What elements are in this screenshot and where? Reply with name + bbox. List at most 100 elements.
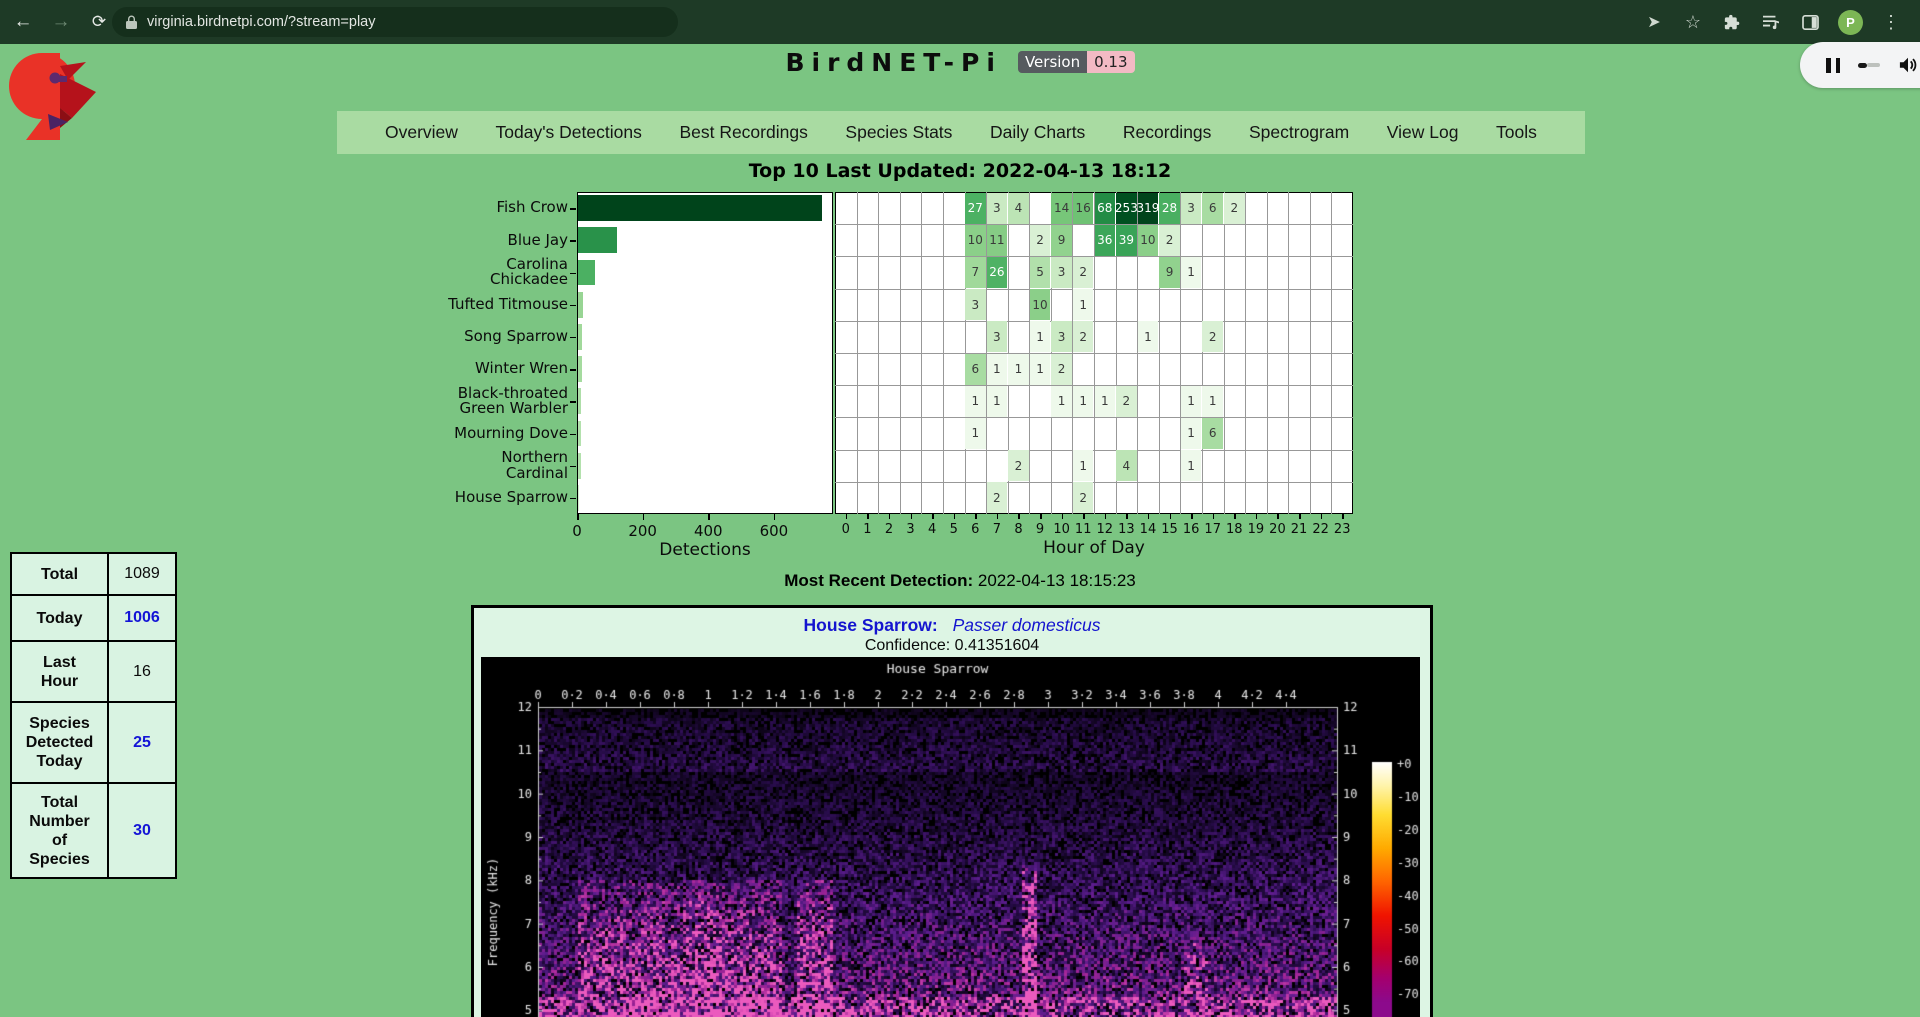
stats-row: Last Hour16 <box>11 641 176 702</box>
heatmap-cell: 319 <box>1138 193 1159 224</box>
nav-bar: Overview Today's Detections Best Recording… <box>337 111 1585 154</box>
detections-bar <box>578 227 617 253</box>
heatmap-cell: 2 <box>1030 225 1051 256</box>
species-label: Mourning Dove <box>340 417 568 449</box>
page-title: BirdNET-Pi <box>785 48 1002 77</box>
heatmap-cell: 5 <box>1030 257 1051 288</box>
heatmap-cell: 1 <box>1030 354 1051 385</box>
heatmap-cell: 3 <box>1181 193 1202 224</box>
hour-axis-tick: 5 <box>943 522 965 537</box>
stats-value[interactable]: 25 <box>108 702 176 783</box>
share-icon[interactable]: ➤ <box>1643 11 1665 33</box>
heatmap-cell: 2 <box>987 482 1008 513</box>
version-label: Version <box>1018 51 1087 73</box>
hour-axis-tick: 10 <box>1051 522 1073 537</box>
heatmap-cell: 7 <box>965 257 986 288</box>
stats-label: Species Detected Today <box>11 702 108 783</box>
hour-axis-tick: 16 <box>1180 522 1202 537</box>
profile-avatar[interactable]: P <box>1838 10 1863 35</box>
heatmap-cell: 6 <box>1202 418 1223 449</box>
stats-value[interactable]: 1006 <box>108 595 176 641</box>
nav-item-tools[interactable]: Tools <box>1496 122 1537 143</box>
species-label: House Sparrow <box>340 482 568 514</box>
bar-axis-tick: 400 <box>686 522 730 540</box>
menu-dots-icon[interactable]: ⋮ <box>1880 11 1902 33</box>
heatmap-cell: 1 <box>1181 386 1202 417</box>
detection-species-name[interactable]: House Sparrow: <box>804 615 938 635</box>
stats-value[interactable]: 30 <box>108 783 176 878</box>
heatmap-cell: 253 <box>1116 193 1137 224</box>
url-text: virginia.birdnetpi.com/?stream=play <box>147 14 375 30</box>
heatmap-cell: 2 <box>1116 386 1137 417</box>
heatmap-cell: 3 <box>1051 321 1072 352</box>
heatmap-cell: 10 <box>965 225 986 256</box>
heatmap-cell: 36 <box>1095 225 1116 256</box>
species-label: Winter Wren <box>340 353 568 385</box>
heatmap-cell: 39 <box>1116 225 1137 256</box>
detections-bar <box>578 453 581 479</box>
nav-item-today-s-detections[interactable]: Today's Detections <box>496 122 642 143</box>
detections-bar <box>578 421 581 447</box>
heatmap-cell: 2 <box>1159 225 1180 256</box>
nav-item-species-stats[interactable]: Species Stats <box>845 122 952 143</box>
forward-button[interactable]: → <box>46 7 76 37</box>
detections-bar <box>578 356 582 382</box>
back-button[interactable]: ← <box>8 7 38 37</box>
hour-axis-tick: 15 <box>1159 522 1181 537</box>
media-playlist-icon[interactable] <box>1760 11 1782 33</box>
stats-label: Total Number of Species <box>11 783 108 878</box>
hour-axis-tick: 2 <box>878 522 900 537</box>
nav-item-spectrogram[interactable]: Spectrogram <box>1249 122 1349 143</box>
heatmap-axis-title: Hour of Day <box>835 538 1353 558</box>
heatmap-cell: 11 <box>987 225 1008 256</box>
heatmap-cell: 1 <box>1073 450 1094 481</box>
heatmap-cell: 4 <box>1116 450 1137 481</box>
heatmap-cell: 3 <box>1051 257 1072 288</box>
extensions-icon[interactable] <box>1721 11 1743 33</box>
address-bar[interactable]: virginia.birdnetpi.com/?stream=play <box>112 7 678 37</box>
heatmap-cell: 1 <box>987 354 1008 385</box>
bookmark-star-icon[interactable]: ☆ <box>1682 11 1704 33</box>
heatmap-cell: 10 <box>1138 225 1159 256</box>
nav-item-recordings[interactable]: Recordings <box>1123 122 1212 143</box>
hour-axis-tick: 12 <box>1094 522 1116 537</box>
species-label: Blue Jay <box>340 224 568 256</box>
heatmap-cell: 1 <box>1030 321 1051 352</box>
hour-axis-tick: 11 <box>1072 522 1094 537</box>
heatmap-cell: 1 <box>1095 386 1116 417</box>
nav-item-best-recordings[interactable]: Best Recordings <box>679 122 807 143</box>
stats-label: Last Hour <box>11 641 108 702</box>
nav-item-overview[interactable]: Overview <box>385 122 458 143</box>
nav-item-daily-charts[interactable]: Daily Charts <box>990 122 1085 143</box>
heatmap-cell: 10 <box>1030 289 1051 320</box>
top10-heading: Top 10 Last Updated: 2022-04-13 18:12 <box>0 160 1920 182</box>
heatmap-cell: 6 <box>965 354 986 385</box>
stats-value: 16 <box>108 641 176 702</box>
heatmap-cell: 1 <box>965 418 986 449</box>
heatmap-cell: 1 <box>1051 386 1072 417</box>
heatmap-cell: 9 <box>1159 257 1180 288</box>
stats-label: Today <box>11 595 108 641</box>
hour-axis-tick: 4 <box>921 522 943 537</box>
detection-species-scientific[interactable]: Passer domesticus <box>953 615 1101 635</box>
heatmap-cell: 1 <box>1202 386 1223 417</box>
spectrogram-canvas <box>481 657 1420 1017</box>
heatmap-cell: 4 <box>1008 193 1029 224</box>
hour-axis-tick: 20 <box>1266 522 1288 537</box>
reload-button[interactable]: ⟳ <box>84 7 114 37</box>
heatmap-cell: 68 <box>1095 193 1116 224</box>
detection-panel: House Sparrow: Passer domesticus Confide… <box>471 605 1433 1017</box>
hour-axis-tick: 7 <box>986 522 1008 537</box>
heatmap-cell: 1 <box>1181 450 1202 481</box>
hour-axis-tick: 9 <box>1029 522 1051 537</box>
detections-bar <box>578 324 582 350</box>
detections-bar <box>578 485 579 511</box>
species-label: Black-throated Green Warbler <box>340 385 568 417</box>
heatmap-plot-area <box>835 192 1353 514</box>
heatmap-cell: 2 <box>1073 482 1094 513</box>
nav-item-view-log[interactable]: View Log <box>1387 122 1459 143</box>
bar-axis-tick: 0 <box>555 522 599 540</box>
species-label: Fish Crow <box>340 192 568 224</box>
side-panel-icon[interactable] <box>1799 11 1821 33</box>
species-label: Tufted Titmouse <box>340 289 568 321</box>
